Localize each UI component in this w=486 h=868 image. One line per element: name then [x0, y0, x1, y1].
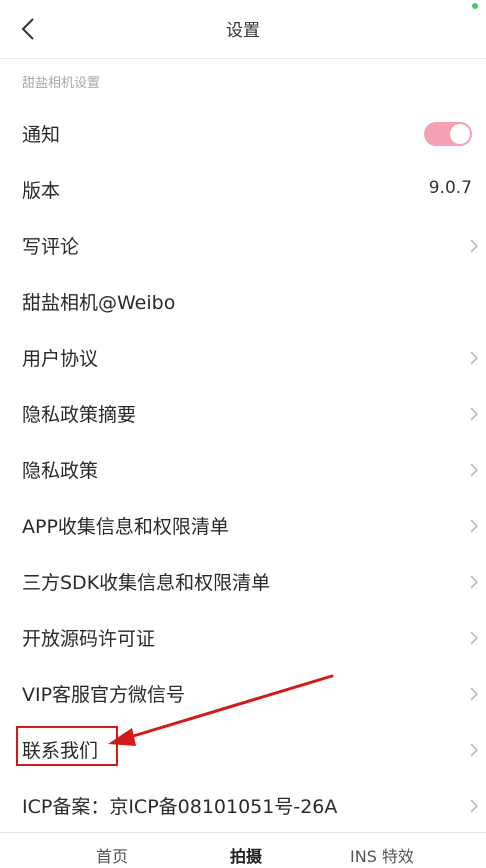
tab-capture[interactable]: 拍摄 [230, 843, 262, 867]
setting-row-notification: 通知 [0, 106, 486, 162]
page-title: 设置 [226, 21, 260, 41]
setting-row-review[interactable]: 写评论 [0, 218, 486, 274]
setting-row-sdk-info[interactable]: 三方SDK收集信息和权限清单 [0, 554, 486, 610]
setting-row-version: 版本 9.0.7 [0, 162, 486, 218]
setting-row-icp[interactable]: ICP备案：京ICP备08101051号-26A [0, 778, 486, 834]
setting-label: 开放源码许可证 [22, 628, 156, 650]
notification-toggle[interactable] [424, 122, 472, 146]
setting-label: 用户协议 [22, 348, 99, 370]
chevron-right-icon [470, 519, 479, 533]
chevron-right-icon [470, 407, 479, 421]
top-bar: 设置 [0, 0, 486, 59]
chevron-right-icon [470, 463, 479, 477]
version-value: 9.0.7 [428, 178, 472, 198]
setting-row-app-info[interactable]: APP收集信息和权限清单 [0, 498, 486, 554]
chevron-right-icon [470, 631, 479, 645]
setting-row-agreement[interactable]: 用户协议 [0, 330, 486, 386]
chevron-right-icon [470, 743, 479, 757]
setting-row-vip-wechat[interactable]: VIP客服官方微信号 [0, 666, 486, 722]
setting-row-open-source[interactable]: 开放源码许可证 [0, 610, 486, 666]
setting-label: APP收集信息和权限清单 [22, 516, 229, 538]
setting-label: 三方SDK收集信息和权限清单 [22, 572, 271, 594]
setting-label: 通知 [22, 124, 61, 146]
chevron-right-icon [470, 687, 479, 701]
bottom-tab-bar: 首页 拍摄 INS 特效 [0, 832, 486, 868]
section-header: 甜盐相机设置 [22, 76, 101, 91]
setting-label: VIP客服官方微信号 [22, 684, 186, 706]
setting-label: ICP备案：京ICP备08101051号-26A [22, 796, 338, 818]
setting-label: 写评论 [22, 236, 80, 258]
annotation-highlight-box [16, 726, 118, 766]
setting-label: 隐私政策摘要 [22, 404, 137, 426]
chevron-right-icon [470, 575, 479, 589]
setting-label: 甜盐相机@Weibo [22, 292, 176, 314]
setting-label: 版本 [22, 180, 61, 202]
setting-row-weibo[interactable]: 甜盐相机@Weibo [0, 274, 486, 330]
chevron-right-icon [470, 799, 479, 813]
setting-row-privacy-summary[interactable]: 隐私政策摘要 [0, 386, 486, 442]
setting-row-privacy[interactable]: 隐私政策 [0, 442, 486, 498]
chevron-right-icon [470, 351, 479, 365]
setting-label: 隐私政策 [22, 460, 99, 482]
chevron-right-icon [470, 239, 479, 253]
tab-home[interactable]: 首页 [96, 843, 128, 867]
toggle-knob [450, 124, 470, 144]
status-dot [472, 3, 478, 9]
tab-ins-effects[interactable]: INS 特效 [350, 843, 414, 867]
